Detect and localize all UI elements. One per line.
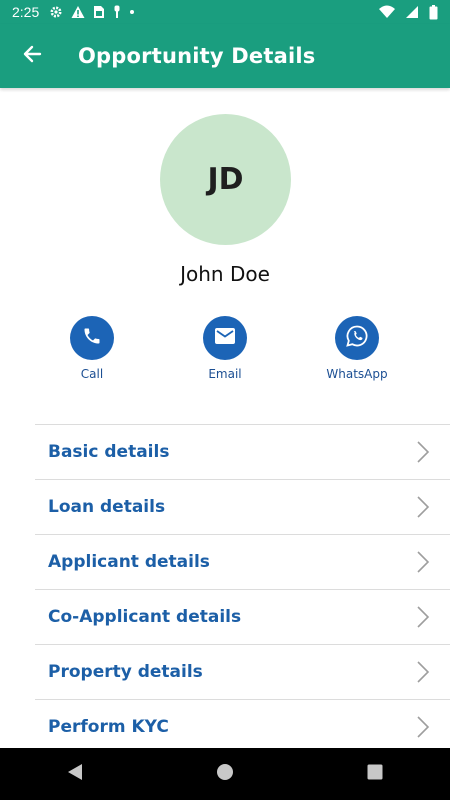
chevron-right-icon (416, 551, 430, 577)
email-button[interactable]: Email (170, 316, 280, 381)
list-item-co-applicant-details[interactable]: Co-Applicant details (35, 589, 450, 644)
back-triangle-icon (67, 763, 83, 785)
email-label: Email (208, 367, 242, 381)
call-label: Call (80, 367, 104, 381)
list-item-perform-kyc[interactable]: Perform KYC (35, 699, 450, 754)
avatar: JD (160, 114, 291, 245)
app-bar: Opportunity Details (0, 24, 450, 88)
sim-icon (93, 5, 105, 19)
list-item-label: Perform KYC (48, 717, 169, 737)
wifi-icon (379, 5, 395, 19)
arrow-left-icon[interactable] (22, 44, 42, 68)
phone-icon (82, 326, 102, 350)
list-item-applicant-details[interactable]: Applicant details (35, 534, 450, 589)
list-item-label: Property details (48, 662, 203, 682)
status-bar: 2:25 (0, 0, 450, 24)
call-icon-circle[interactable] (70, 316, 114, 360)
list-item-label: Applicant details (48, 552, 210, 572)
status-time: 2:25 (12, 4, 40, 20)
whatsapp-icon (345, 324, 369, 352)
system-nav-bar (0, 748, 450, 800)
contact-name: John Doe (180, 262, 270, 286)
avatar-initials: JD (207, 162, 244, 197)
nav-home-button[interactable] (195, 754, 255, 794)
list-item-loan-details[interactable]: Loan details (35, 479, 450, 534)
nav-back-button[interactable] (45, 754, 105, 794)
email-icon-circle[interactable] (203, 316, 247, 360)
chevron-right-icon (416, 441, 430, 467)
gear-icon (49, 5, 63, 19)
chevron-right-icon (416, 496, 430, 522)
back-button[interactable] (12, 36, 52, 76)
signal-icon (405, 5, 419, 19)
whatsapp-icon-circle[interactable] (335, 316, 379, 360)
list-item-label: Loan details (48, 497, 166, 517)
details-list: Basic details Loan details Applicant det… (35, 424, 450, 754)
list-item-basic-details[interactable]: Basic details (35, 424, 450, 479)
page-title: Opportunity Details (78, 44, 316, 68)
nav-recents-button[interactable] (345, 754, 405, 794)
recents-square-icon (367, 764, 383, 784)
whatsapp-button[interactable]: WhatsApp (302, 316, 412, 381)
chevron-right-icon (416, 606, 430, 632)
chevron-right-icon (416, 661, 430, 687)
mail-icon (215, 328, 235, 348)
dot-icon (129, 9, 135, 15)
chevron-right-icon (416, 716, 430, 742)
home-circle-icon (216, 763, 234, 785)
warning-icon (71, 5, 85, 19)
battery-icon (429, 4, 438, 20)
pin-icon (113, 5, 121, 19)
list-item-property-details[interactable]: Property details (35, 644, 450, 699)
call-button[interactable]: Call (37, 316, 147, 381)
status-icons-right (379, 4, 438, 20)
whatsapp-label: WhatsApp (326, 367, 388, 381)
status-icons-left (49, 5, 135, 19)
list-item-label: Co-Applicant details (48, 607, 242, 627)
list-item-label: Basic details (48, 442, 170, 462)
